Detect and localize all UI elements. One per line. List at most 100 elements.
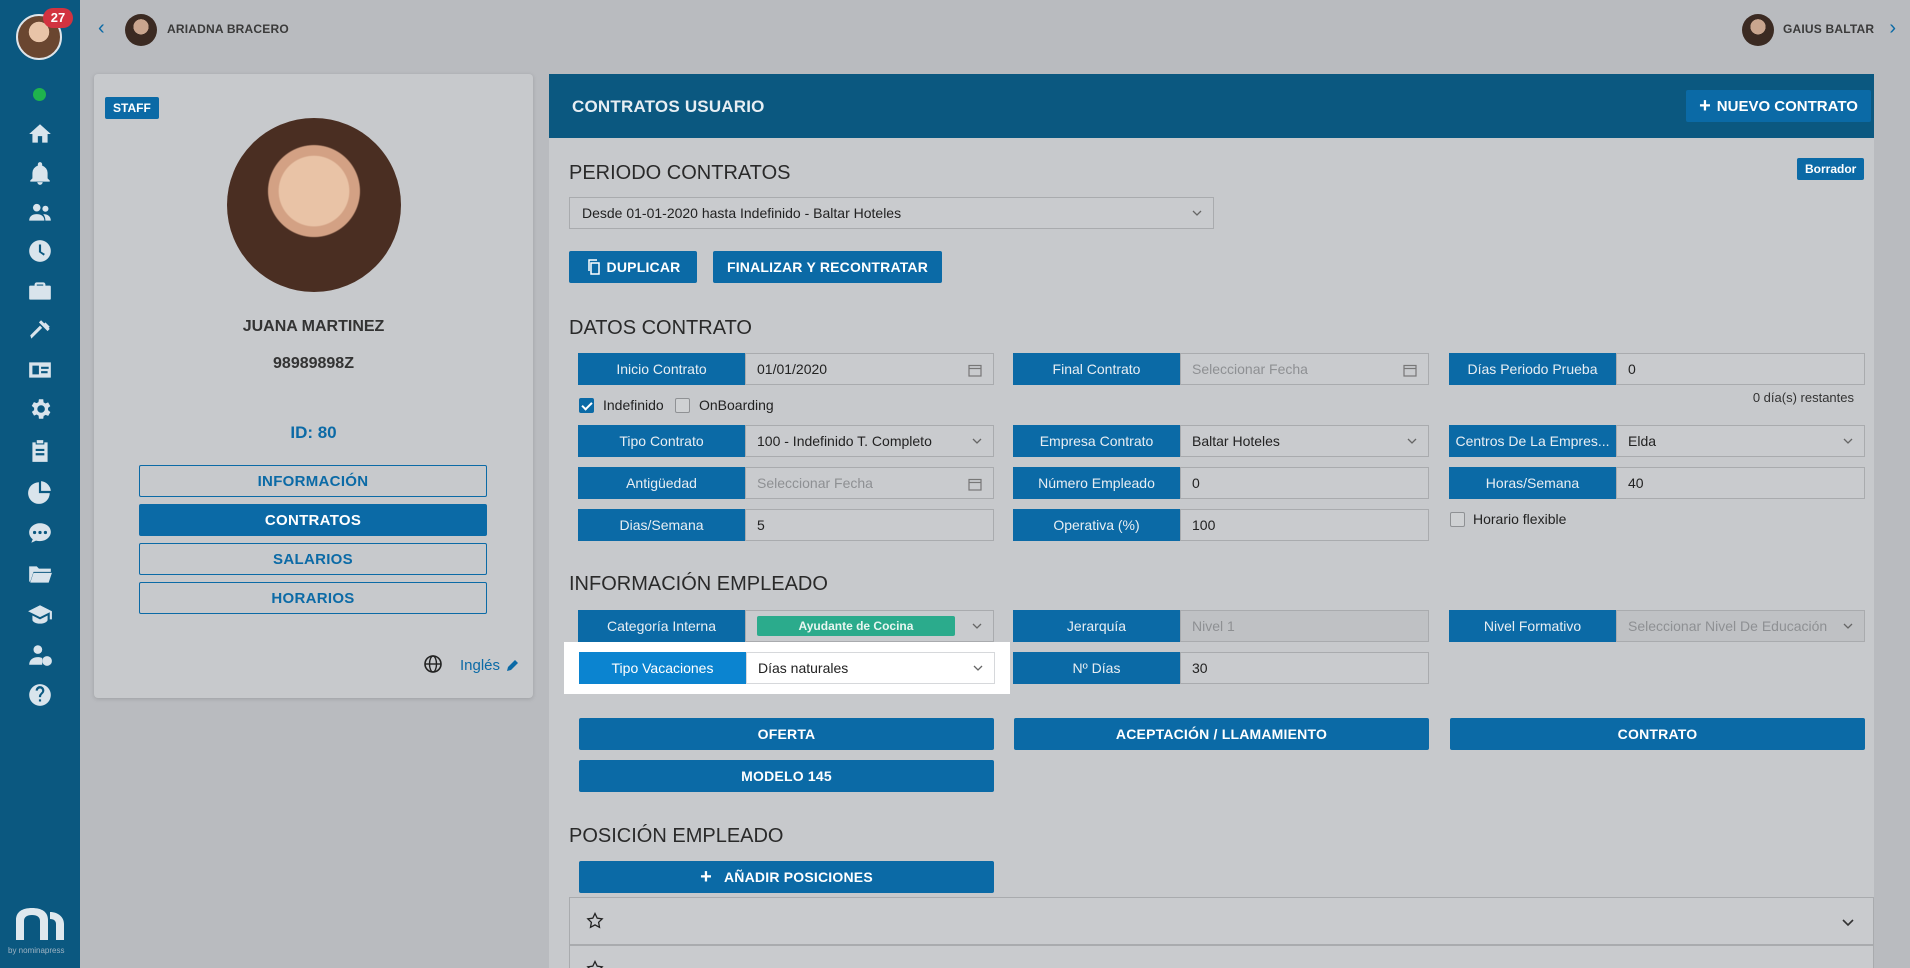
period-select[interactable]: Desde 01-01-2020 hasta Indefinido - Balt…: [569, 197, 1214, 229]
next-user-avatar[interactable]: [1742, 14, 1774, 46]
star-icon[interactable]: [586, 912, 604, 930]
clock-icon[interactable]: [25, 236, 55, 266]
position-row[interactable]: [569, 897, 1874, 945]
centros-field: Centros De La Empres... Elda: [1449, 425, 1865, 457]
prev-user-name[interactable]: ARIADNA BRACERO: [167, 22, 289, 36]
help-icon[interactable]: [25, 680, 55, 710]
chevron-down-icon: [1843, 623, 1853, 629]
star-icon[interactable]: [586, 960, 604, 968]
informacion-empleado-title: INFORMACIÓN EMPLEADO: [569, 573, 828, 595]
nav-contratos[interactable]: CONTRATOS: [139, 504, 487, 536]
home-icon[interactable]: [25, 119, 55, 149]
briefcase-icon[interactable]: [25, 276, 55, 306]
nav-informacion[interactable]: INFORMACIÓN: [139, 465, 487, 497]
tipo-vacaciones-value: Días naturales: [758, 660, 849, 676]
calendar-icon[interactable]: [1403, 363, 1417, 377]
jerarquia-input: Nivel 1: [1180, 610, 1429, 642]
id-card-icon[interactable]: [25, 355, 55, 385]
tipo-vacaciones-label: Tipo Vacaciones: [579, 652, 746, 684]
inicio-contrato-field: Inicio Contrato 01/01/2020: [578, 353, 994, 385]
horario-flexible-checkbox[interactable]: [1450, 512, 1465, 527]
add-positions-button[interactable]: + AÑADIR POSICIONES: [579, 861, 994, 893]
centros-label: Centros De La Empres...: [1449, 425, 1616, 457]
dias-semana-input[interactable]: 5: [745, 509, 994, 541]
users-icon[interactable]: [25, 197, 55, 227]
staff-badge: STAFF: [105, 97, 159, 119]
globe-icon: [424, 655, 442, 673]
operativa-field: Operativa (%) 100: [1013, 509, 1429, 541]
onboarding-checkbox[interactable]: [675, 398, 690, 413]
prev-user-avatar[interactable]: [125, 14, 157, 46]
new-contract-label: NUEVO CONTRATO: [1716, 97, 1858, 115]
aceptacion-button[interactable]: ACEPTACIÓN / LLAMAMIENTO: [1014, 718, 1429, 750]
duplicate-button[interactable]: DUPLICAR: [569, 251, 697, 283]
panel-header: CONTRATOS USUARIO + NUEVO CONTRATO: [549, 74, 1874, 138]
tipo-contrato-label: Tipo Contrato: [578, 425, 745, 457]
pencil-icon[interactable]: [506, 658, 520, 672]
contracts-panel: CONTRATOS USUARIO + NUEVO CONTRATO PERIO…: [549, 74, 1874, 968]
tipo-contrato-select[interactable]: 100 - Indefinido T. Completo: [745, 425, 994, 457]
nivel-formativo-field: Nivel Formativo Seleccionar Nivel De Edu…: [1449, 610, 1865, 642]
centros-select[interactable]: Elda: [1616, 425, 1865, 457]
contrato-button[interactable]: CONTRATO: [1450, 718, 1865, 750]
chevron-down-icon: [1192, 210, 1202, 216]
final-contrato-label: Final Contrato: [1013, 353, 1180, 385]
categoria-interna-select[interactable]: Ayudante de Cocina: [745, 610, 994, 642]
user-money-icon[interactable]: [25, 640, 55, 670]
next-user-name[interactable]: GAIUS BALTAR: [1783, 22, 1874, 36]
final-contrato-input[interactable]: Seleccionar Fecha: [1180, 353, 1429, 385]
dias-prueba-input[interactable]: 0: [1616, 353, 1865, 385]
language-link[interactable]: Inglés: [460, 657, 500, 674]
tools-icon[interactable]: [25, 315, 55, 345]
empresa-contrato-select[interactable]: Baltar Hoteles: [1180, 425, 1429, 457]
clipboard-icon[interactable]: [25, 436, 55, 466]
antiguedad-input[interactable]: Seleccionar Fecha: [745, 467, 994, 499]
folder-icon[interactable]: [25, 559, 55, 589]
oferta-button[interactable]: OFERTA: [579, 718, 994, 750]
gear-icon[interactable]: [25, 394, 55, 424]
chevron-down-icon[interactable]: [1841, 915, 1855, 929]
tipo-vacaciones-select[interactable]: Días naturales: [746, 652, 995, 684]
tipo-contrato-field: Tipo Contrato 100 - Indefinido T. Comple…: [578, 425, 994, 457]
indefinido-label: Indefinido: [603, 397, 664, 413]
modelo-145-button[interactable]: MODELO 145: [579, 760, 994, 792]
chevron-right-icon[interactable]: ›: [1889, 18, 1896, 38]
nav-horarios[interactable]: HORARIOS: [139, 582, 487, 614]
operativa-input[interactable]: 100: [1180, 509, 1429, 541]
antiguedad-field: Antigüedad Seleccionar Fecha: [578, 467, 994, 499]
chevron-down-icon: [1843, 438, 1853, 444]
finalize-recontract-button[interactable]: FINALIZAR Y RECONTRATAR: [713, 251, 942, 283]
inicio-contrato-input[interactable]: 01/01/2020: [745, 353, 994, 385]
indefinido-checkbox[interactable]: [579, 398, 594, 413]
dias-semana-field: Dias/Semana 5: [578, 509, 994, 541]
jerarquia-field: Jerarquía Nivel 1: [1013, 610, 1429, 642]
profile-card: STAFF JUANA MARTINEZ 98989898Z ID: 80 IN…: [94, 74, 533, 698]
horas-semana-input[interactable]: 40: [1616, 467, 1865, 499]
periodo-title: PERIODO CONTRATOS: [569, 162, 791, 184]
horas-semana-label: Horas/Semana: [1449, 467, 1616, 499]
n-dias-field: Nº Días 30: [1013, 652, 1429, 684]
chevron-down-icon: [1407, 438, 1417, 444]
new-contract-button[interactable]: + NUEVO CONTRATO: [1686, 90, 1871, 122]
calendar-icon[interactable]: [968, 477, 982, 491]
chat-icon[interactable]: [25, 518, 55, 548]
numero-empleado-input[interactable]: 0: [1180, 467, 1429, 499]
categoria-interna-field: Categoría Interna Ayudante de Cocina: [578, 610, 994, 642]
categoria-chip: Ayudante de Cocina: [757, 616, 955, 636]
nivel-formativo-select[interactable]: Seleccionar Nivel De Educación: [1616, 610, 1865, 642]
n-dias-input[interactable]: 30: [1180, 652, 1429, 684]
status-badge: Borrador: [1797, 158, 1865, 180]
bell-icon[interactable]: [25, 159, 55, 189]
profile-name: JUANA MARTINEZ: [242, 318, 385, 335]
nav-salarios[interactable]: SALARIOS: [139, 543, 487, 575]
top-bar: ‹ ARIADNA BRACERO GAIUS BALTAR ›: [80, 0, 1910, 58]
datos-contrato-title: DATOS CONTRATO: [569, 317, 752, 339]
calendar-icon[interactable]: [968, 363, 982, 377]
nivel-formativo-label: Nivel Formativo: [1449, 610, 1616, 642]
chevron-left-icon[interactable]: ‹: [98, 18, 105, 38]
graduation-cap-icon[interactable]: [25, 600, 55, 630]
position-row[interactable]: [569, 945, 1874, 968]
horario-flexible-label: Horario flexible: [1473, 511, 1567, 527]
jerarquia-label: Jerarquía: [1013, 610, 1180, 642]
pie-chart-icon[interactable]: [25, 477, 55, 507]
